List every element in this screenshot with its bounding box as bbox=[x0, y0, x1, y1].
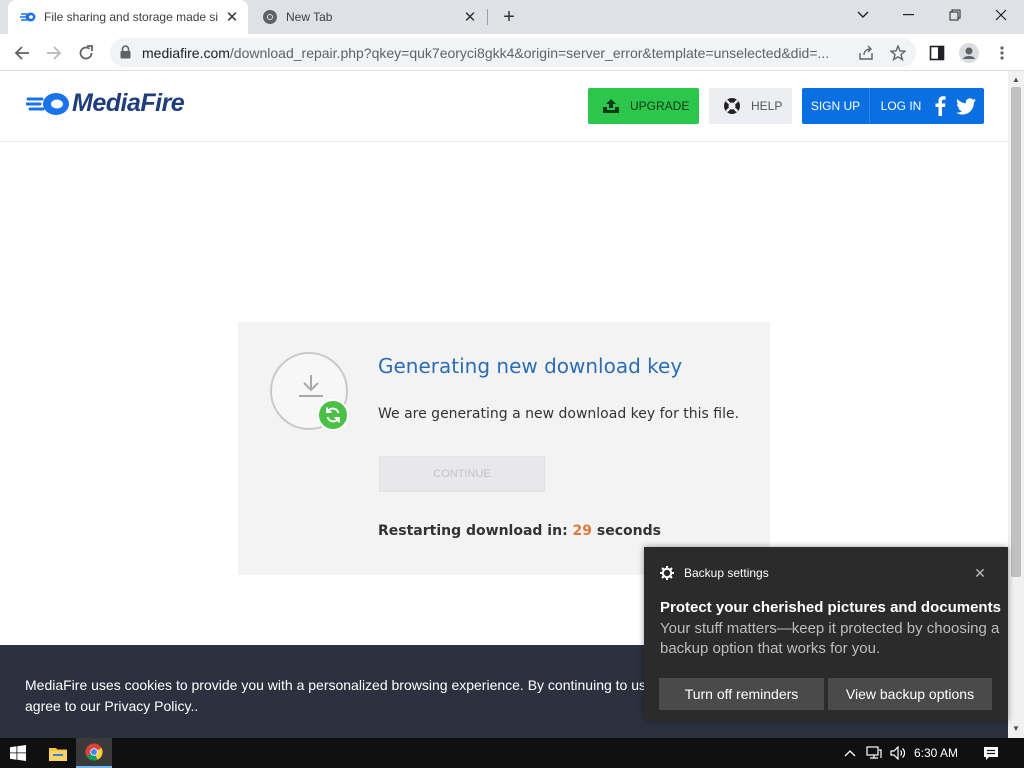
twitter-icon[interactable] bbox=[954, 96, 978, 116]
backup-notification: Backup settings ✕ Protect your cherished… bbox=[644, 547, 1008, 721]
notification-app-name: Backup settings bbox=[684, 566, 769, 580]
windows-start-icon[interactable] bbox=[0, 738, 36, 768]
bookmark-star-icon[interactable] bbox=[888, 43, 908, 63]
tab-close-icon[interactable]: ✕ bbox=[222, 7, 242, 27]
restart-countdown: Restarting download in: 29 seconds bbox=[378, 523, 661, 539]
chrome-taskbar-icon[interactable] bbox=[76, 738, 112, 768]
windows-taskbar: 6:30 AM bbox=[0, 738, 1024, 768]
restore-icon[interactable] bbox=[932, 0, 978, 30]
upgrade-button[interactable]: UPGRADE bbox=[588, 88, 699, 124]
action-center-icon[interactable] bbox=[980, 738, 1002, 768]
file-explorer-icon[interactable] bbox=[40, 738, 76, 768]
sign-up-button[interactable]: SIGN UP bbox=[802, 88, 869, 124]
logo-wordmark: MediaFire bbox=[72, 89, 185, 117]
facebook-icon[interactable] bbox=[930, 96, 950, 116]
gear-icon bbox=[660, 566, 674, 580]
notification-close-icon[interactable]: ✕ bbox=[971, 564, 989, 582]
kebab-menu-icon[interactable] bbox=[991, 42, 1013, 64]
tab-separator bbox=[487, 9, 488, 25]
minimize-icon[interactable] bbox=[886, 0, 932, 30]
download-key-title: Generating new download key bbox=[378, 354, 683, 378]
download-key-description: We are generating a new download key for… bbox=[378, 406, 740, 422]
lifebuoy-icon bbox=[723, 97, 741, 115]
reload-icon[interactable] bbox=[73, 40, 99, 66]
back-arrow-icon[interactable] bbox=[9, 40, 35, 66]
auth-bar: SIGN UP LOG IN bbox=[802, 88, 984, 124]
url-text[interactable]: mediafire.com/download_repair.php?qkey=q… bbox=[142, 45, 852, 61]
chrome-favicon-icon bbox=[262, 9, 278, 25]
tab-strip: File sharing and storage made si ✕ New T… bbox=[0, 0, 1024, 34]
tab-title: File sharing and storage made si bbox=[44, 10, 219, 24]
log-in-button[interactable]: LOG IN bbox=[870, 88, 932, 124]
upgrade-icon bbox=[602, 98, 620, 114]
continue-button[interactable]: CONTINUE bbox=[379, 456, 545, 492]
tab-search-chevron-icon[interactable] bbox=[840, 0, 886, 30]
mediafire-logo-icon bbox=[26, 92, 69, 115]
scroll-up-arrow-icon[interactable]: ▲ bbox=[1012, 75, 1020, 84]
notification-body: Your stuff matters—keep it protected by … bbox=[660, 620, 1000, 657]
side-panel-icon[interactable] bbox=[926, 42, 948, 64]
tab-title: New Tab bbox=[286, 10, 333, 24]
new-tab-plus-icon[interactable]: + bbox=[498, 6, 520, 28]
page-scrollbar[interactable]: ▲ ▼ bbox=[1008, 71, 1024, 738]
upgrade-label: UPGRADE bbox=[630, 99, 690, 113]
address-bar[interactable]: mediafire.com/download_repair.php?qkey=q… bbox=[110, 38, 916, 67]
mediafire-favicon-icon bbox=[20, 9, 36, 25]
scroll-down-arrow-icon[interactable]: ▼ bbox=[1012, 724, 1020, 733]
notification-title: Protect your cherished pictures and docu… bbox=[660, 599, 1001, 616]
help-label: HELP bbox=[751, 99, 783, 113]
url-domain: mediafire.com bbox=[142, 45, 230, 61]
scrollbar-thumb[interactable] bbox=[1011, 87, 1021, 577]
view-backup-options-button[interactable]: View backup options bbox=[828, 678, 992, 710]
taskbar-clock[interactable]: 6:30 AM bbox=[914, 738, 958, 768]
network-icon[interactable] bbox=[864, 738, 884, 768]
turn-off-reminders-button[interactable]: Turn off reminders bbox=[659, 678, 824, 710]
restart-prefix: Restarting download in: bbox=[378, 523, 568, 539]
help-button[interactable]: HELP bbox=[709, 88, 792, 124]
forward-arrow-icon[interactable] bbox=[41, 40, 67, 66]
url-path: /download_repair.php?qkey=quk7eoryci8gkk… bbox=[229, 45, 830, 61]
profile-avatar-icon[interactable] bbox=[958, 42, 980, 64]
tab-new-tab[interactable]: New Tab ✕ bbox=[250, 0, 486, 34]
restart-seconds: 29 bbox=[572, 523, 593, 539]
tab-close-icon[interactable]: ✕ bbox=[460, 7, 480, 27]
share-icon[interactable] bbox=[856, 43, 876, 63]
refresh-badge-icon bbox=[317, 399, 349, 431]
tray-chevron-up-icon[interactable] bbox=[842, 738, 858, 768]
cookie-text-line1: MediaFire uses cookies to provide you wi… bbox=[25, 677, 662, 693]
download-key-panel: Generating new download key We are gener… bbox=[238, 322, 770, 575]
cookie-text: MediaFire uses cookies to provide you wi… bbox=[25, 675, 665, 717]
tab-mediafire[interactable]: File sharing and storage made si ✕ bbox=[8, 0, 248, 34]
volume-icon[interactable] bbox=[888, 738, 908, 768]
notification-header: Backup settings bbox=[660, 566, 769, 580]
lock-icon[interactable] bbox=[120, 45, 131, 64]
close-window-icon[interactable] bbox=[978, 0, 1024, 30]
cookie-text-line2[interactable]: agree to our Privacy Policy.. bbox=[25, 696, 665, 717]
mediafire-logo[interactable]: MediaFire bbox=[26, 89, 185, 118]
restart-suffix: seconds bbox=[596, 523, 661, 539]
browser-toolbar: mediafire.com/download_repair.php?qkey=q… bbox=[0, 34, 1024, 71]
site-header: MediaFire UPGRADE HELP SIGN UP LOG IN bbox=[0, 71, 1008, 142]
